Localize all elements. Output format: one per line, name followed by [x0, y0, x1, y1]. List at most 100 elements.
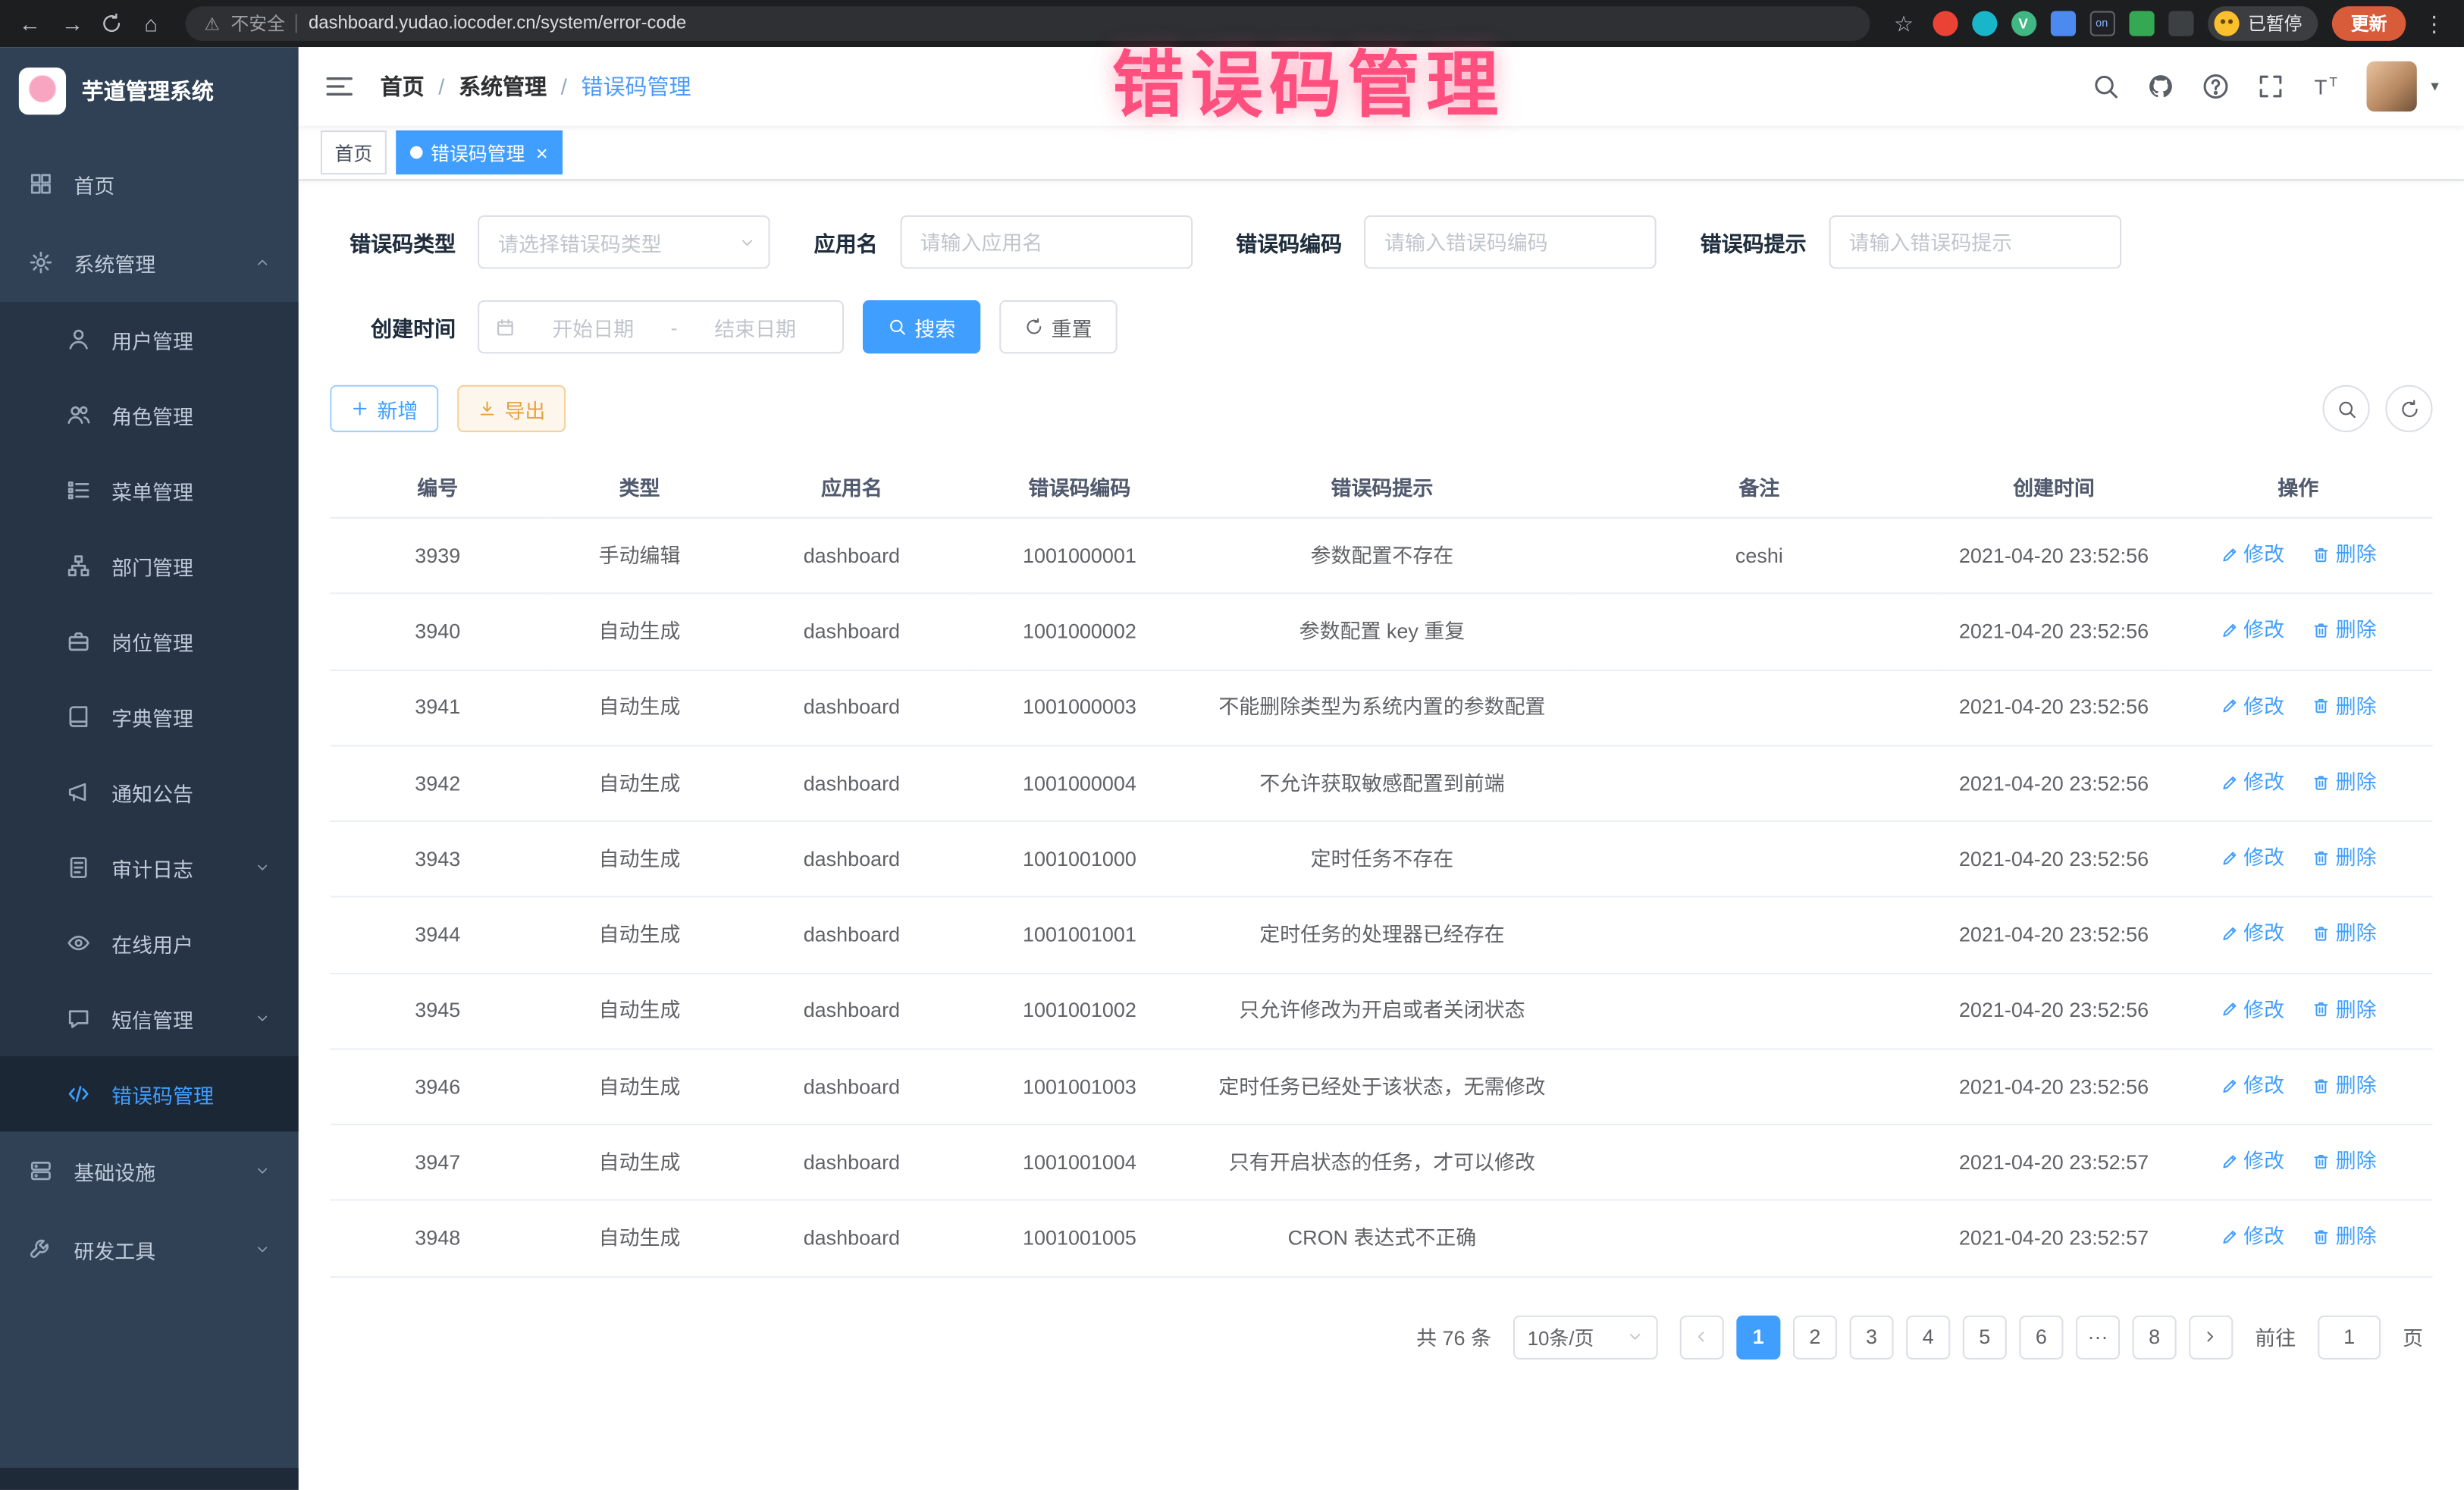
back-icon[interactable]: ← — [16, 11, 44, 36]
page-size-select[interactable]: 10条/页 — [1513, 1315, 1658, 1359]
home-icon[interactable]: ⌂ — [136, 11, 165, 36]
edit-link[interactable]: 修改 — [2220, 918, 2284, 949]
close-icon[interactable]: × — [536, 141, 548, 165]
delete-link[interactable]: 删除 — [2312, 1070, 2377, 1100]
font-size-icon[interactable]: TT — [2312, 72, 2340, 100]
page-button-3[interactable]: 3 — [1850, 1315, 1894, 1359]
edit-link[interactable]: 修改 — [2220, 539, 2284, 569]
edit-link[interactable]: 修改 — [2220, 767, 2284, 797]
help-icon[interactable] — [2202, 72, 2230, 100]
security-label: 不安全 — [230, 11, 285, 36]
github-icon[interactable] — [2146, 72, 2174, 100]
delete-link[interactable]: 删除 — [2312, 539, 2377, 569]
toggle-search-button[interactable] — [2322, 385, 2369, 432]
forward-icon[interactable]: → — [58, 11, 86, 36]
reload-icon[interactable] — [101, 13, 123, 35]
create-time-range-picker[interactable]: 开始日期 - 结束日期 — [478, 300, 844, 353]
sidebar-item-infra[interactable]: 基础设施 — [0, 1131, 299, 1210]
app-logo[interactable]: 芋道管理系统 — [0, 47, 299, 135]
refresh-table-button[interactable] — [2385, 385, 2432, 432]
edit-link[interactable]: 修改 — [2220, 1146, 2284, 1176]
sidebar-item-notice[interactable]: 通知公告 — [0, 754, 299, 830]
delete-link[interactable]: 删除 — [2312, 691, 2377, 721]
edit-link[interactable]: 修改 — [2220, 1070, 2284, 1100]
page-button-2[interactable]: 2 — [1793, 1315, 1837, 1359]
breadcrumb-home[interactable]: 首页 — [381, 71, 425, 102]
sidebar-submenu: 用户管理 角色管理 菜单管理 部门管理 岗位管理 字典管理 通知公告 审计日志 … — [0, 302, 299, 1131]
kebab-menu-icon[interactable]: ⋮ — [2420, 10, 2448, 36]
sidebar-item-dict[interactable]: 字典管理 — [0, 679, 299, 754]
delete-link[interactable]: 删除 — [2312, 842, 2377, 873]
next-page-button[interactable] — [2189, 1315, 2233, 1359]
cell-error-code: 1001001003 — [970, 1049, 1190, 1125]
avatar-caret-icon[interactable]: ▾ — [2431, 78, 2438, 96]
page-button-1[interactable]: 1 — [1736, 1315, 1780, 1359]
page-button-8[interactable]: 8 — [2133, 1315, 2177, 1359]
edit-link[interactable]: 修改 — [2220, 842, 2284, 873]
tab-error-code[interactable]: 错误码管理 × — [396, 130, 562, 174]
profile-paused-badge[interactable]: 已暂停 — [2207, 6, 2318, 41]
user-avatar[interactable] — [2366, 61, 2416, 111]
extension-record-icon[interactable] — [1932, 11, 1957, 36]
extensions-puzzle-icon[interactable] — [2168, 11, 2193, 36]
error-message-input[interactable] — [1829, 215, 2121, 268]
app-name-input[interactable] — [900, 215, 1193, 268]
breadcrumb-system[interactable]: 系统管理 — [459, 71, 547, 102]
reset-button[interactable]: 重置 — [999, 300, 1117, 353]
error-code-input[interactable] — [1364, 215, 1657, 268]
search-button[interactable]: 搜索 — [863, 300, 980, 353]
edit-link[interactable]: 修改 — [2220, 994, 2284, 1024]
edit-link[interactable]: 修改 — [2220, 615, 2284, 645]
cell-actions: 修改 删除 — [2164, 1049, 2432, 1125]
delete-link[interactable]: 删除 — [2312, 1222, 2377, 1252]
goto-page-input[interactable] — [2318, 1315, 2381, 1359]
page-button-6[interactable]: 6 — [2019, 1315, 2063, 1359]
edit-link[interactable]: 修改 — [2220, 691, 2284, 721]
edit-link[interactable]: 修改 — [2220, 1222, 2284, 1252]
extension-vue-devtools-icon[interactable] — [2011, 11, 2036, 36]
cell-remark — [1575, 594, 1944, 670]
page-button-5[interactable]: 5 — [1963, 1315, 2007, 1359]
delete-link[interactable]: 删除 — [2312, 918, 2377, 949]
cell-app-name: dashboard — [734, 897, 970, 973]
sidebar-item-gear[interactable]: 系统管理 — [0, 223, 299, 302]
sidebar-item-tool[interactable]: 研发工具 — [0, 1210, 299, 1289]
sidebar-item-log[interactable]: 审计日志 — [0, 830, 299, 905]
sidebar-item-dept[interactable]: 部门管理 — [0, 528, 299, 603]
sidebar-item-online[interactable]: 在线用户 — [0, 905, 299, 980]
extension-leaf-icon[interactable] — [2128, 11, 2153, 36]
sidebar-item-post[interactable]: 岗位管理 — [0, 604, 299, 679]
prev-page-button[interactable] — [1680, 1315, 1724, 1359]
extension-grid-icon[interactable] — [2050, 11, 2075, 36]
extension-drop-icon[interactable] — [1971, 11, 1996, 36]
extension-switch-icon[interactable] — [2089, 11, 2114, 36]
tab-home[interactable]: 首页 — [321, 130, 387, 174]
export-button[interactable]: 导出 — [457, 385, 566, 432]
address-bar[interactable]: ⚠ 不安全 dashboard.yudao.iocoder.cn/system/… — [186, 6, 1870, 41]
menu-icon — [66, 930, 91, 955]
sidebar-item-menu[interactable]: 菜单管理 — [0, 453, 299, 528]
sidebar-item-sms[interactable]: 短信管理 — [0, 980, 299, 1056]
add-button[interactable]: 新增 — [330, 385, 438, 432]
delete-link[interactable]: 删除 — [2312, 994, 2377, 1024]
sidebar-item-user[interactable]: 用户管理 — [0, 302, 299, 377]
sidebar-item-dashboard[interactable]: 首页 — [0, 145, 299, 224]
fullscreen-icon[interactable] — [2256, 72, 2284, 100]
search-icon[interactable] — [2092, 72, 2120, 100]
goto-unit: 页 — [2403, 1322, 2423, 1351]
delete-link[interactable]: 删除 — [2312, 767, 2377, 797]
hamburger-icon[interactable] — [324, 71, 355, 102]
delete-link[interactable]: 删除 — [2312, 615, 2377, 645]
cell-error-message: CRON 表达式不正确 — [1190, 1200, 1575, 1276]
error-type-select[interactable]: 请选择错误码类型 — [478, 215, 770, 268]
bookmark-star-icon[interactable]: ☆ — [1889, 10, 1917, 36]
update-button[interactable]: 更新 — [2332, 6, 2406, 41]
delete-link[interactable]: 删除 — [2312, 1146, 2377, 1176]
cell-error-message: 不允许获取敏感配置到前端 — [1190, 745, 1575, 821]
sidebar-item-role[interactable]: 角色管理 — [0, 377, 299, 452]
page-button-4[interactable]: 4 — [1906, 1315, 1950, 1359]
page-more-button[interactable]: ··· — [2076, 1315, 2120, 1359]
sidebar-item-error-code[interactable]: 错误码管理 — [0, 1056, 299, 1131]
cell-actions: 修改 删除 — [2164, 897, 2432, 973]
menu-icon — [66, 327, 91, 352]
